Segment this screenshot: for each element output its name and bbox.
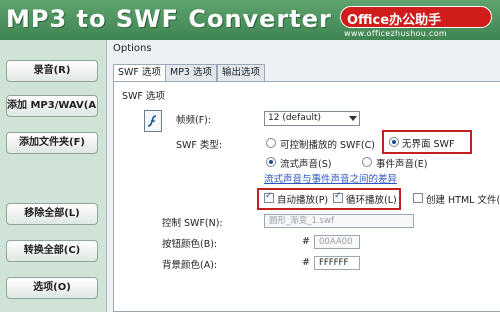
background-color-hash: #: [302, 257, 310, 268]
office-logo: Office办公助手: [340, 6, 492, 28]
options-panel: Options SWF 选项 MP3 选项 输出选项 SWF 选项 帧频(F):…: [106, 40, 500, 312]
swf-options-page: SWF 选项 帧频(F): 12 (default) SWF 类型: 可控制播放…: [113, 81, 500, 312]
logo-url: www.officezhushou.com: [344, 29, 447, 38]
button-color-field[interactable]: 00AA00: [314, 235, 360, 249]
control-swf-field[interactable]: 圆形_渐变_1.swf: [264, 214, 414, 228]
flash-icon: [144, 110, 162, 132]
radio-no-ui-swf[interactable]: [389, 137, 399, 147]
frame-rate-select[interactable]: 12 (default): [264, 111, 360, 126]
radio-stream-sound[interactable]: [266, 157, 276, 167]
tab-mp3-options[interactable]: MP3 选项: [165, 64, 217, 82]
controllable-swf-label: 可控制播放的 SWF(C): [280, 140, 375, 151]
stream-sound-label: 流式声音(S): [280, 159, 332, 170]
sound-difference-link[interactable]: 流式声音与事件声音之间的差异: [264, 171, 397, 185]
no-ui-swf-label: 无界面 SWF: [402, 139, 455, 150]
event-sound-label: 事件声音(E): [376, 159, 428, 170]
add-folder-button[interactable]: 添加文件夹(F): [6, 132, 98, 154]
swf-type-label: SWF 类型:: [176, 140, 223, 151]
convert-all-button[interactable]: 转换全部(C): [6, 240, 98, 262]
loop-checkbox[interactable]: [333, 191, 343, 203]
radio-controllable-swf[interactable]: [266, 138, 276, 148]
autoplay-checkbox[interactable]: [264, 191, 274, 203]
sidebar: 录音(R) 添加 MP3/WAV(A) 添加文件夹(F) 移除全部(L) 转换全…: [0, 40, 102, 312]
loop-label: 循环播放(L): [346, 195, 397, 206]
chevron-down-icon: [349, 116, 357, 121]
section-title: SWF 选项: [122, 91, 165, 102]
add-mp3-wav-button[interactable]: 添加 MP3/WAV(A): [6, 95, 98, 117]
button-color-hash: #: [302, 236, 310, 247]
control-swf-label: 控制 SWF(N):: [162, 218, 223, 229]
frame-rate-value: 12 (default): [268, 113, 322, 123]
app-title: MP3 to SWF Converter: [6, 5, 332, 33]
radio-event-sound[interactable]: [362, 157, 372, 167]
tab-output-options[interactable]: 输出选项: [217, 64, 266, 82]
record-button[interactable]: 录音(R): [6, 60, 98, 82]
create-html-label: 创建 HTML 文件(H): [426, 195, 500, 206]
create-html-checkbox[interactable]: [413, 193, 423, 203]
background-color-label: 背景颜色(A):: [162, 260, 218, 271]
remove-all-button[interactable]: 移除全部(L): [6, 203, 98, 225]
button-color-label: 按钮颜色(B):: [162, 239, 218, 250]
frame-rate-label: 帧频(F):: [176, 115, 212, 126]
options-button[interactable]: 选项(O): [6, 277, 98, 299]
autoplay-label: 自动播放(P): [277, 195, 329, 206]
title-bar: MP3 to SWF Converter Office办公助手 www.offi…: [0, 0, 500, 40]
options-title: Options: [113, 43, 152, 54]
logo-text: Office办公助手: [347, 13, 442, 28]
background-color-field[interactable]: FFFFFF: [314, 256, 360, 270]
